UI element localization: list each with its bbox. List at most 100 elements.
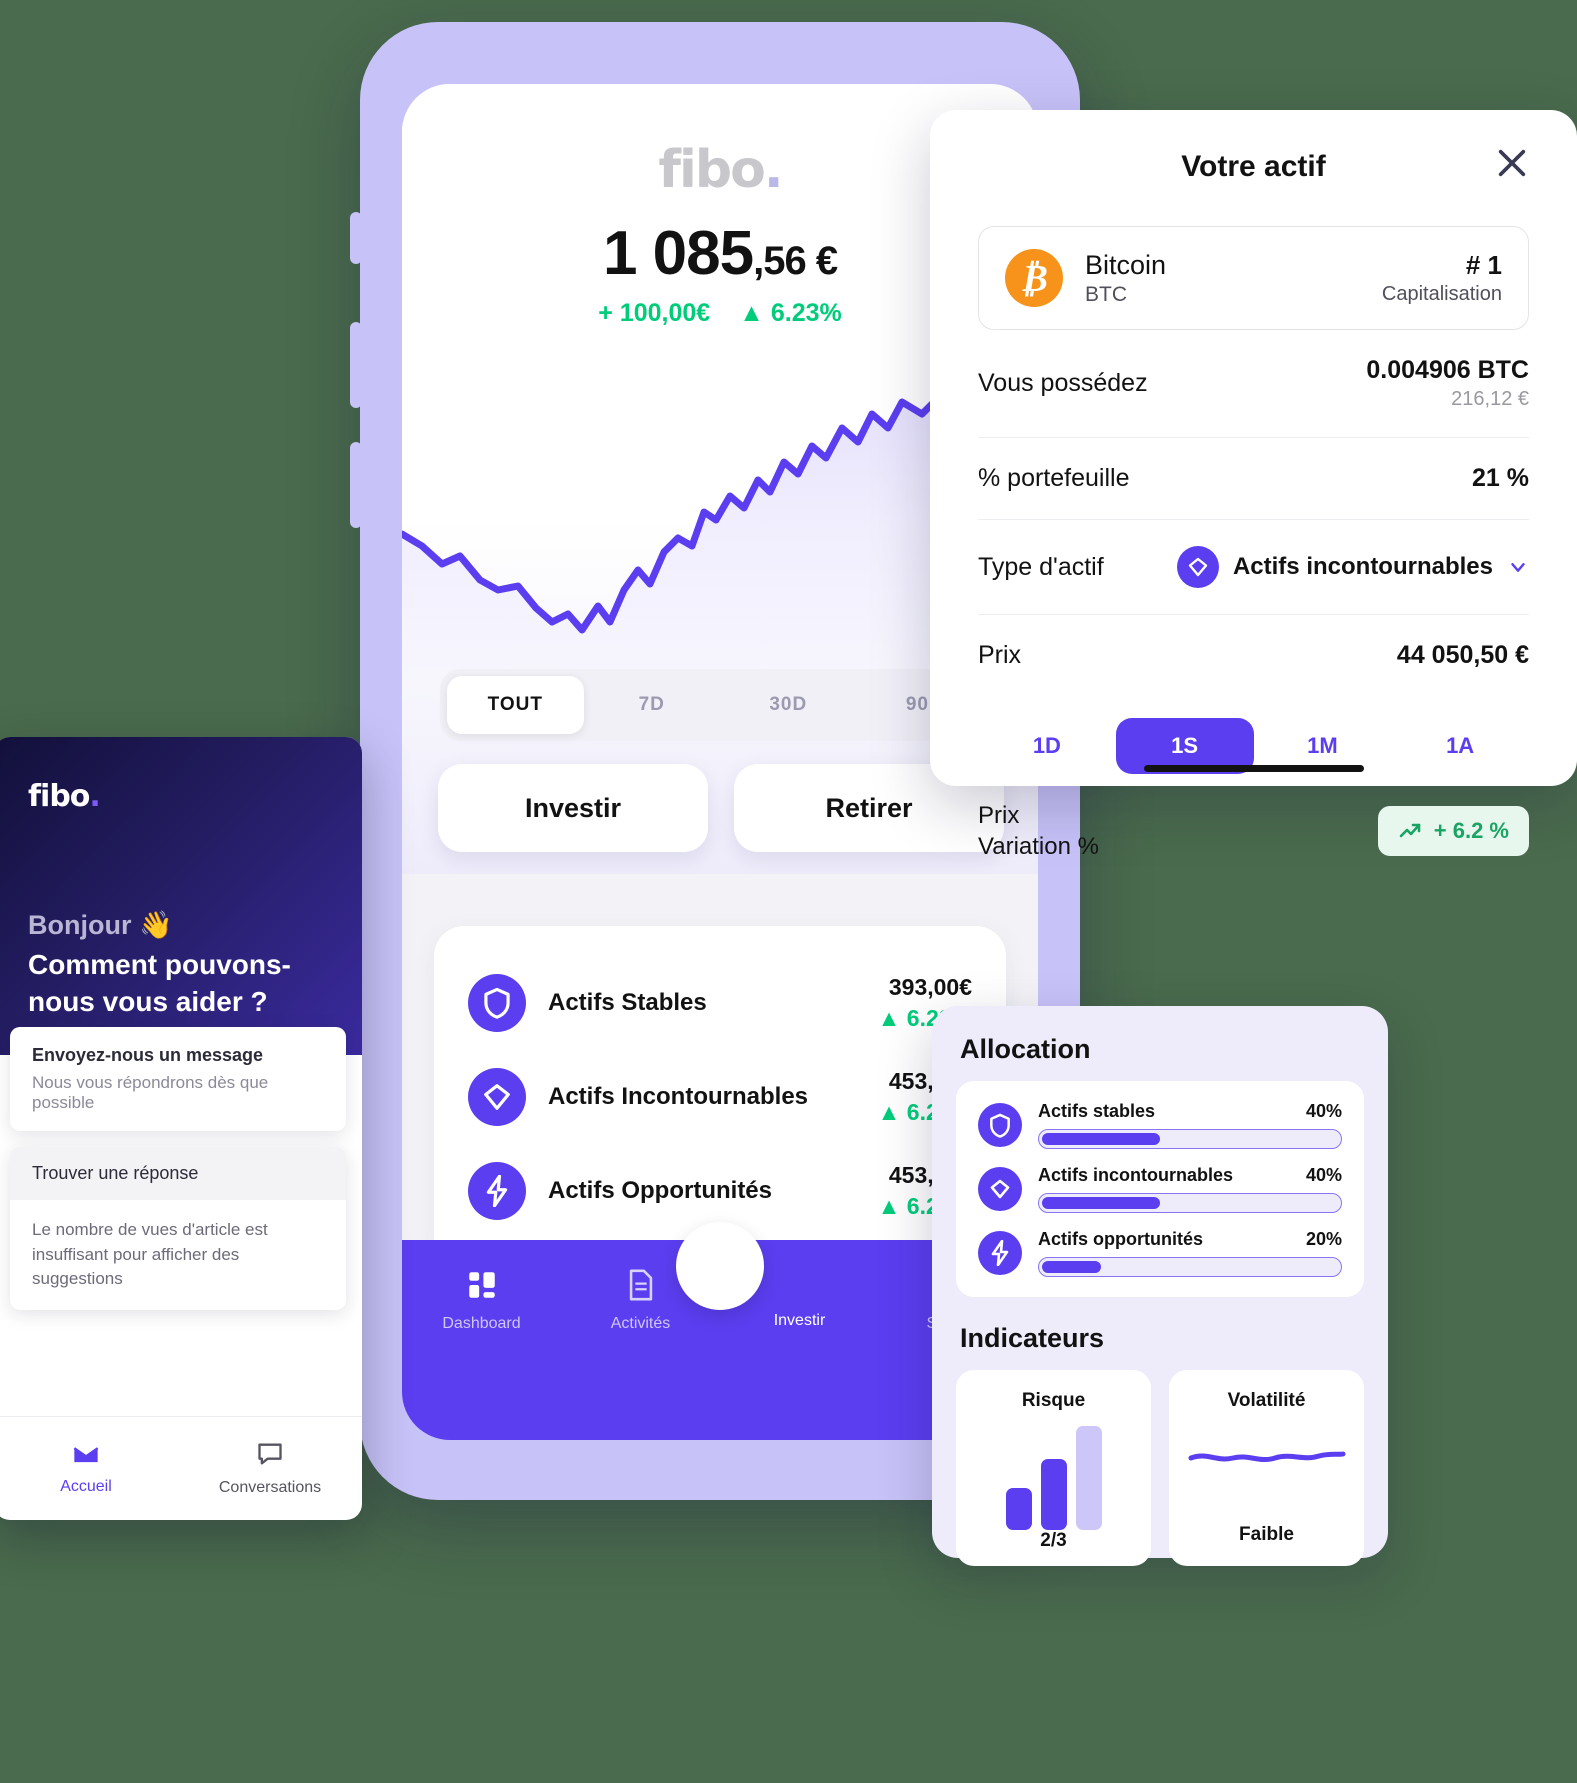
row-label: Type d'actif bbox=[978, 552, 1104, 581]
chevron-down-icon[interactable] bbox=[1507, 556, 1529, 578]
page-title: Votre actif bbox=[1181, 150, 1326, 183]
row-subvalue: 216,12 € bbox=[1451, 388, 1529, 410]
asset-row-stables[interactable]: Actifs Stables 393,00€ ▲ 6.23% bbox=[468, 956, 972, 1050]
asset-name: Actifs Incontournables bbox=[548, 1083, 809, 1110]
investir-button[interactable]: Investir bbox=[438, 764, 708, 852]
allocation-progress-fill bbox=[1042, 1261, 1102, 1273]
find-answer-body: Le nombre de vues d'article est insuffis… bbox=[32, 1220, 268, 1289]
fibo-logo-chat: fibo. bbox=[28, 779, 328, 814]
variation-label: Prix Variation % bbox=[978, 800, 1099, 862]
row-value: 0.004906 BTC bbox=[1366, 356, 1529, 384]
risk-bar-2 bbox=[1040, 1459, 1067, 1530]
indicators-title: Indicateurs bbox=[960, 1323, 1105, 1353]
period-button-1d[interactable]: 1D bbox=[978, 718, 1116, 774]
indicator-title: Volatilité bbox=[1227, 1390, 1306, 1411]
coin-summary-card[interactable]: ₿ Bitcoin BTC # 1 Capitalisation bbox=[978, 226, 1529, 330]
nav-label: Investir bbox=[773, 1312, 826, 1329]
row-label: % portefeuille bbox=[978, 464, 1130, 492]
bitcoin-icon: ₿ bbox=[1005, 249, 1063, 307]
indicator-value: 2/3 bbox=[1040, 1530, 1067, 1551]
diamond-icon bbox=[978, 1167, 1022, 1211]
fibo-logo-dot: . bbox=[763, 140, 784, 200]
allocation-panel: Allocation Actifs stables 40% Actifs inc… bbox=[932, 1006, 1388, 1566]
asset-list-card: Actifs Stables 393,00€ ▲ 6.23% Actifs In… bbox=[434, 926, 1006, 1268]
status-badge: + 6.2 % bbox=[1377, 806, 1529, 857]
fibo-logo-text: fibo bbox=[658, 140, 765, 200]
allocation-body: Actifs incontournables 40% bbox=[1038, 1165, 1342, 1213]
fibo-logo-chat-text: fibo bbox=[28, 779, 90, 814]
chat-tab-accueil[interactable]: Accueil bbox=[0, 1442, 178, 1496]
allocation-progress-track bbox=[1038, 1129, 1342, 1149]
type-actif-value: Actifs incontournables bbox=[1232, 553, 1493, 580]
variation-label-line2: Variation % bbox=[978, 833, 1099, 861]
asset-name: Actifs Stables bbox=[548, 989, 707, 1016]
row-label: Prix bbox=[978, 641, 1022, 669]
coin-text: Bitcoin BTC bbox=[1085, 250, 1382, 307]
volatility-sparkline bbox=[1188, 1451, 1345, 1463]
nav-label: Dashboard bbox=[442, 1315, 521, 1332]
send-message-card[interactable]: Envoyez-nous un message Nous vous répond… bbox=[10, 1027, 346, 1131]
allocation-progress-track bbox=[1038, 1193, 1342, 1213]
find-answer-input[interactable]: Trouver une réponse bbox=[10, 1147, 346, 1200]
allocation-percent: 20% bbox=[1305, 1229, 1342, 1249]
dashboard-icon bbox=[468, 1272, 495, 1298]
row-pourcentage-portefeuille: % portefeuille 21 % bbox=[978, 438, 1529, 520]
chart-range-tabs[interactable]: TOUT 7D 30D 90D bbox=[440, 669, 1000, 741]
chat-tab-label: Accueil bbox=[60, 1477, 112, 1495]
indicator-card-volatilite: Volatilité Faible bbox=[1169, 1370, 1364, 1566]
asset-detail-panel: Votre actif ₿ Bitcoin BTC # 1 Capitalisa… bbox=[930, 110, 1577, 860]
send-message-subtitle: Nous vous répondrons dès que possible bbox=[32, 1073, 269, 1112]
range-tab-7d[interactable]: 7D bbox=[584, 676, 721, 734]
allocation-percent: 40% bbox=[1305, 1165, 1342, 1185]
invest-fab-button[interactable] bbox=[676, 1222, 764, 1310]
row-value: 44 050,50 € bbox=[1396, 641, 1529, 669]
range-tab-30d[interactable]: 30D bbox=[720, 676, 857, 734]
sidebar-item-dashboard[interactable]: Dashboard bbox=[402, 1268, 561, 1440]
allocation-name: Actifs incontournables bbox=[1038, 1165, 1234, 1185]
nav-label: Activités bbox=[610, 1315, 671, 1332]
find-answer-card: Trouver une réponse Le nombre de vues d'… bbox=[10, 1147, 346, 1310]
row-values: 0.004906 BTC 216,12 € bbox=[1366, 356, 1529, 411]
allocation-head: Actifs opportunités 20% bbox=[1038, 1229, 1342, 1250]
shield-icon bbox=[978, 1103, 1022, 1147]
diamond-icon bbox=[468, 1068, 526, 1126]
allocation-percent: 40% bbox=[1305, 1101, 1342, 1121]
balance-cents: ,56 € bbox=[753, 239, 838, 283]
allocation-body: Actifs stables 40% bbox=[1038, 1101, 1342, 1149]
indicator-card-risque: Risque 2/3 bbox=[956, 1370, 1151, 1566]
balance-change-absolute: + 100,00€ bbox=[598, 299, 711, 327]
coin-name: Bitcoin bbox=[1085, 249, 1167, 280]
phone-volume-up-button[interactable] bbox=[350, 322, 362, 408]
chat-question: Comment pouvons-nous vous aider ? bbox=[28, 949, 291, 1017]
asset-name: Actifs Opportunités bbox=[548, 1177, 773, 1204]
row-vous-possedez: Vous possédez 0.004906 BTC 216,12 € bbox=[978, 330, 1529, 438]
asset-amount: 393,00€ bbox=[888, 974, 972, 1000]
indicator-cards: Risque 2/3 Volatilité Faible bbox=[956, 1370, 1364, 1566]
trend-up-arrow-icon: ▲ bbox=[739, 299, 764, 327]
row-value: 21 % bbox=[1472, 464, 1529, 492]
phone-silent-button[interactable] bbox=[350, 212, 362, 264]
type-actif-dropdown[interactable]: Actifs incontournables bbox=[1176, 546, 1529, 588]
chat-footer-nav: Accueil Conversations bbox=[0, 1416, 362, 1520]
coin-rank: # 1 Capitalisation bbox=[1382, 250, 1502, 306]
allocation-head: Actifs incontournables 40% bbox=[1038, 1165, 1342, 1186]
row-type-actif: Type d'actif Actifs incontournables bbox=[978, 520, 1529, 615]
send-message-title: Envoyez-nous un message bbox=[32, 1045, 264, 1065]
asset-row-incontournables[interactable]: Actifs Incontournables 453,00€ ▲ 6.23% bbox=[468, 1050, 972, 1144]
phone-volume-down-button[interactable] bbox=[350, 442, 362, 528]
trend-up-icon bbox=[1399, 823, 1421, 838]
allocation-card: Actifs stables 40% Actifs incontournable… bbox=[956, 1081, 1364, 1297]
chat-icon bbox=[258, 1443, 282, 1465]
allocation-row-stables: Actifs stables 40% bbox=[978, 1101, 1342, 1149]
close-icon[interactable] bbox=[1495, 146, 1529, 185]
balance-change-percent: 6.23% bbox=[770, 299, 842, 327]
indicator-title: Risque bbox=[1021, 1390, 1086, 1411]
chat-tab-conversations[interactable]: Conversations bbox=[178, 1441, 362, 1497]
bitcoin-symbol: ₿ bbox=[1020, 255, 1048, 300]
shield-icon bbox=[468, 974, 526, 1032]
balance-main: 1 085 bbox=[602, 219, 754, 288]
period-button-1a[interactable]: 1A bbox=[1391, 718, 1529, 774]
fibo-logo-chat-dot: . bbox=[89, 779, 100, 814]
range-tab-tout[interactable]: TOUT bbox=[447, 676, 584, 734]
allocation-name: Actifs stables bbox=[1038, 1101, 1156, 1121]
